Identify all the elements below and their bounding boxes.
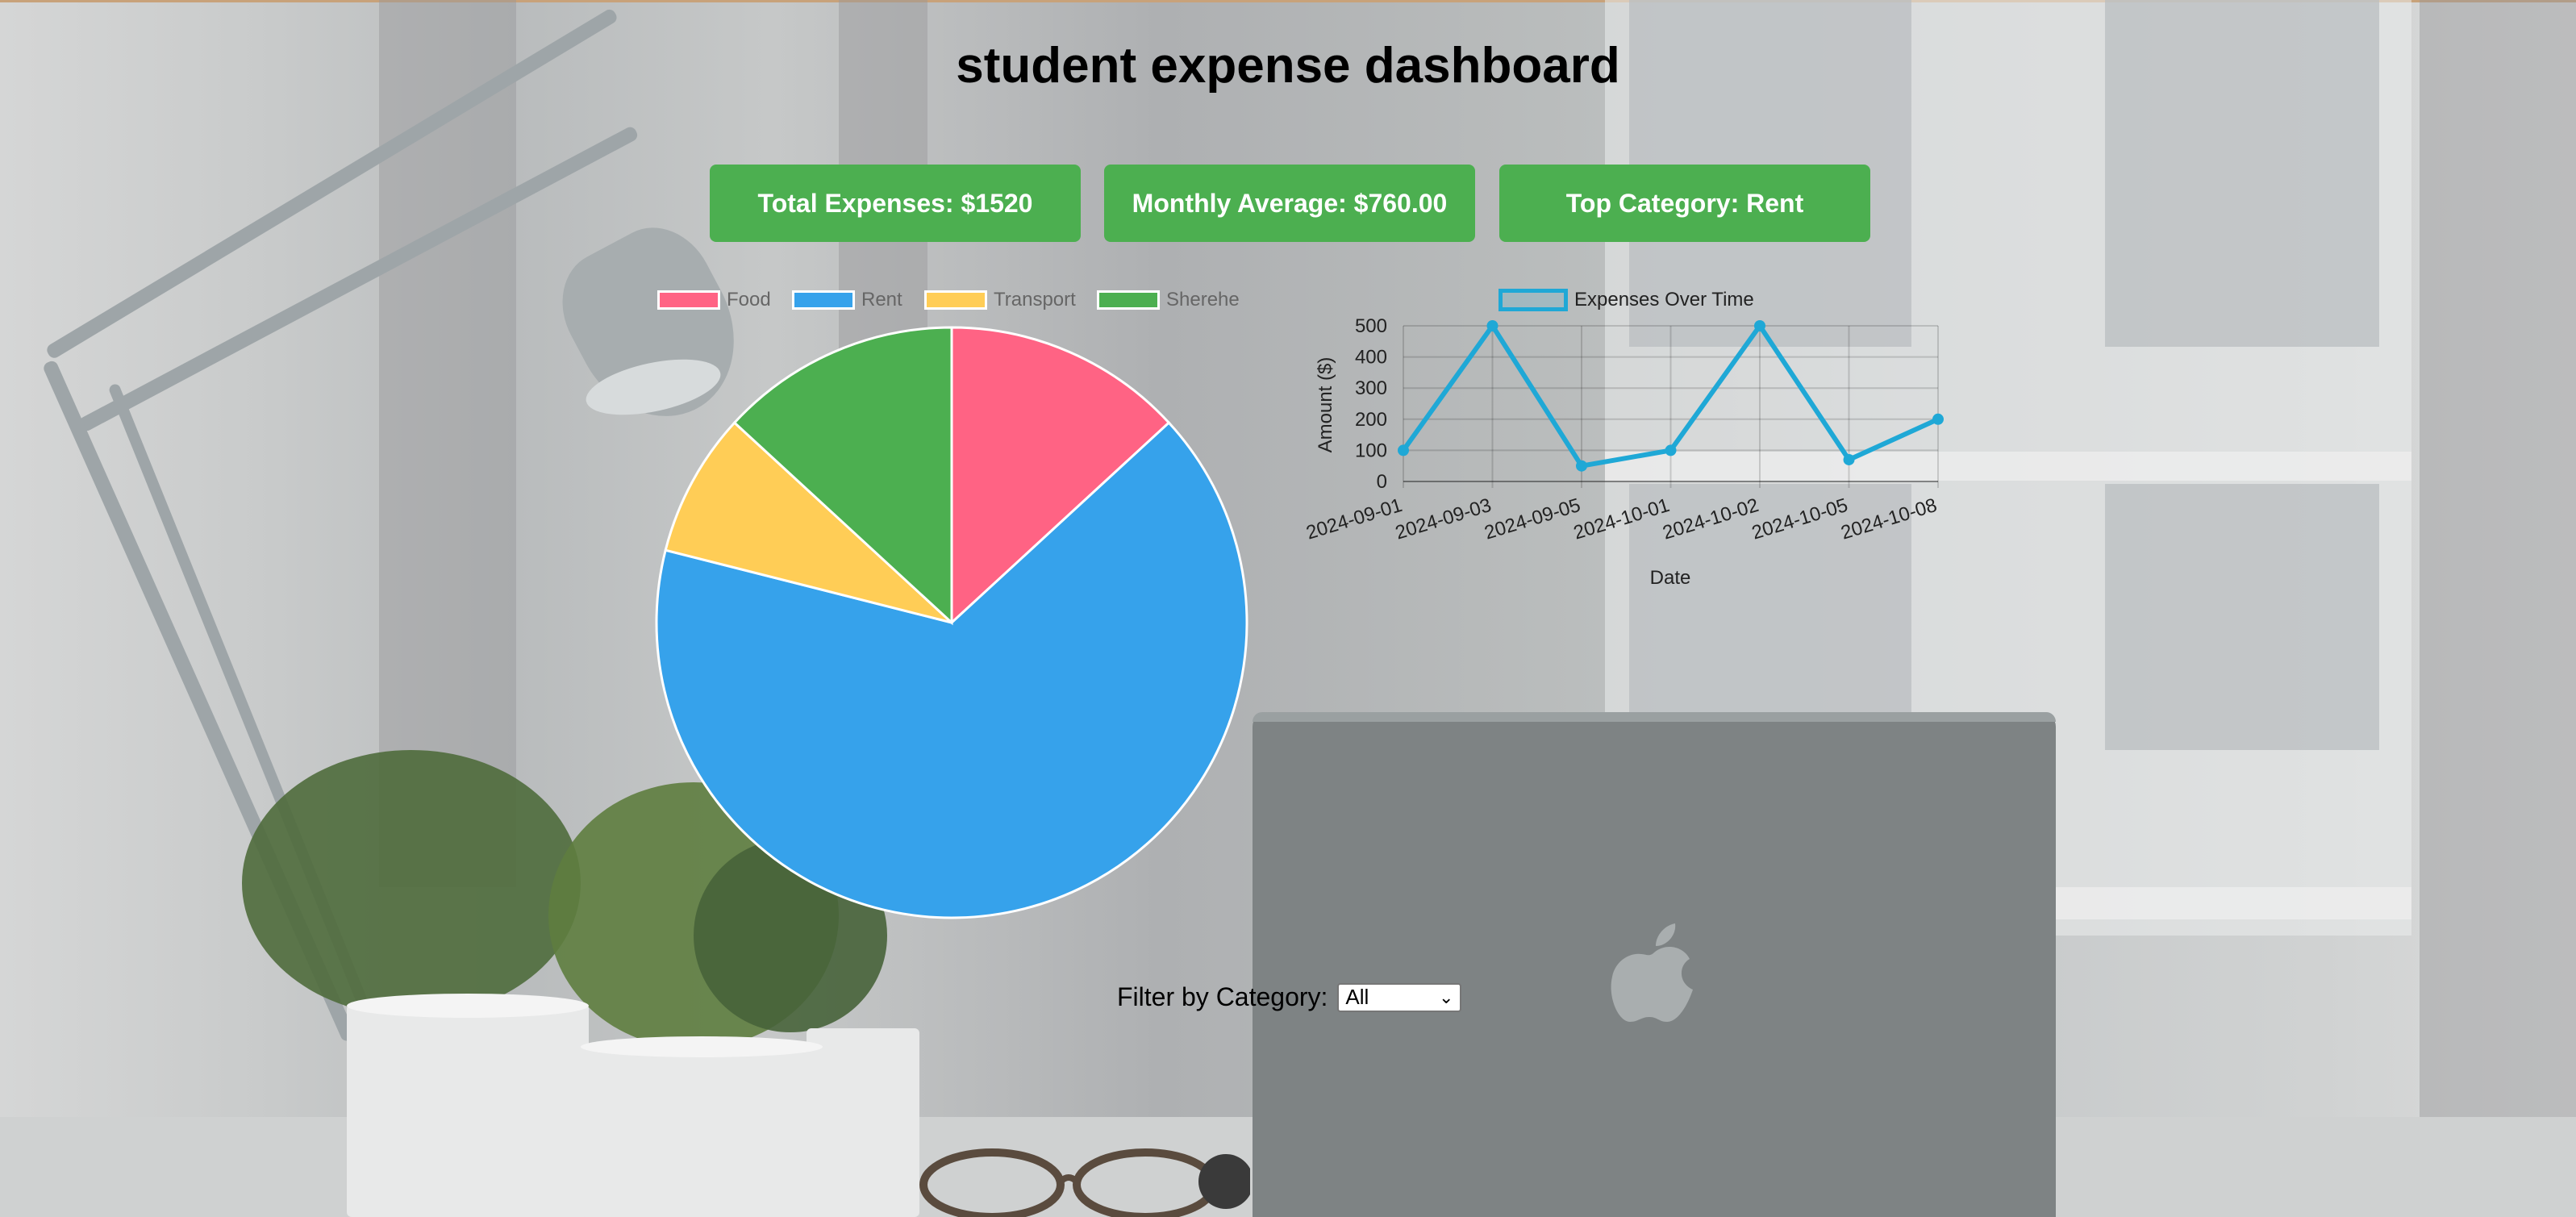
line-point[interactable] [1843, 453, 1855, 465]
line-point[interactable] [1932, 413, 1944, 425]
line-point[interactable] [1665, 444, 1677, 456]
x-axis-label: Date [1650, 567, 1691, 589]
category-filter-select[interactable]: All ⌄ [1337, 982, 1462, 1012]
line-point[interactable] [1398, 444, 1409, 456]
x-tick-label: 2024-10-08 [1838, 494, 1939, 544]
line-point[interactable] [1486, 320, 1498, 331]
y-tick-label: 500 [1355, 315, 1387, 337]
x-tick-label: 2024-10-05 [1749, 494, 1850, 544]
y-tick-label: 300 [1355, 377, 1387, 399]
expenses-over-time-chart[interactable]: Amount ($) Date 0 100 200 300 400 500 2024-09-… [0, 0, 2576, 1217]
x-tick-label: 2024-09-01 [1303, 494, 1404, 544]
y-tick-label: 0 [1377, 471, 1387, 493]
y-tick-label: 400 [1355, 347, 1387, 369]
line-point[interactable] [1576, 460, 1587, 472]
x-tick-label: 2024-10-02 [1660, 494, 1761, 544]
chevron-down-icon: ⌄ [1438, 986, 1454, 1007]
y-tick-label: 100 [1355, 440, 1387, 461]
line-point[interactable] [1754, 320, 1765, 331]
x-tick-label: 2024-10-01 [1571, 494, 1672, 544]
y-tick-label: 200 [1355, 409, 1387, 431]
x-tick-label: 2024-09-03 [1393, 494, 1494, 544]
y-axis-label: Amount ($) [1315, 357, 1336, 453]
x-tick-label: 2024-09-05 [1482, 494, 1582, 544]
category-filter: Filter by Category: All ⌄ [1117, 982, 1462, 1012]
filter-label: Filter by Category: [1117, 982, 1328, 1011]
filter-selected-value: All [1345, 985, 1369, 1009]
